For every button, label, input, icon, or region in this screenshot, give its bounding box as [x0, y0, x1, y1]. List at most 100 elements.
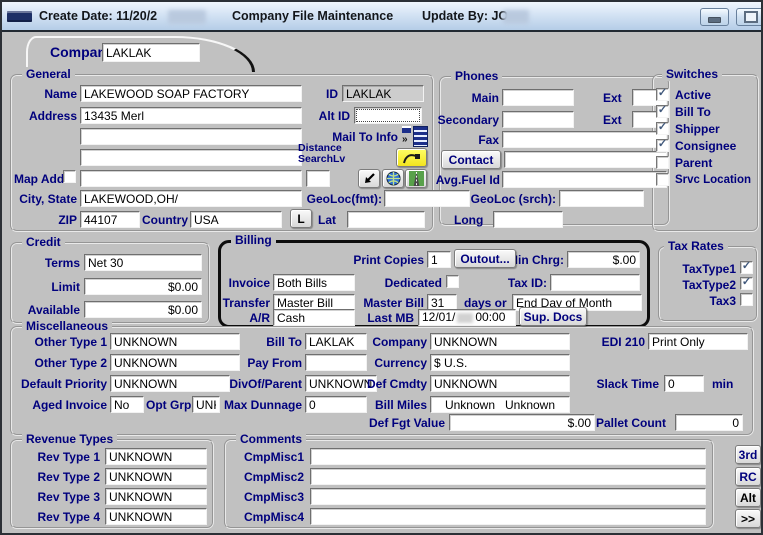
- geoloc-srch-input[interactable]: [559, 190, 644, 207]
- locate-arrow-button[interactable]: [358, 169, 380, 188]
- minimize-icon: [708, 17, 721, 23]
- rev-type3-label: Rev Type 3: [12, 490, 100, 504]
- aged-invoice-label: Aged Invoice: [10, 398, 107, 412]
- sup-docs-button[interactable]: Sup. Docs: [519, 307, 587, 326]
- geoloc-fmt-input[interactable]: [384, 190, 470, 207]
- route-icon: [401, 151, 423, 165]
- road-button[interactable]: [405, 169, 427, 188]
- map-addr-input[interactable]: [80, 170, 302, 187]
- country-input[interactable]: [190, 211, 282, 228]
- rev-type3-input[interactable]: [105, 488, 207, 505]
- pay-from-label: Pay From: [242, 356, 302, 370]
- tax3-checkbox[interactable]: [740, 293, 753, 306]
- name-input[interactable]: [80, 85, 302, 102]
- invoice-label: Invoice: [224, 276, 270, 290]
- avg-fuel-input[interactable]: [502, 171, 667, 188]
- other-type2-input[interactable]: [110, 354, 240, 371]
- name-label: Name: [10, 87, 77, 101]
- more-button[interactable]: >>: [735, 509, 761, 528]
- tax-id-input[interactable]: [550, 274, 640, 291]
- cmpmisc3-input[interactable]: [310, 488, 706, 505]
- days-or-label: days or: [464, 296, 507, 310]
- taxtype2-checkbox[interactable]: ✓: [740, 277, 753, 290]
- globe-icon: [386, 171, 401, 186]
- rev-type2-input[interactable]: [105, 468, 207, 485]
- third-party-button[interactable]: 3rd: [735, 445, 761, 464]
- pay-from-input[interactable]: [305, 354, 367, 371]
- company-key-input[interactable]: [102, 43, 200, 62]
- create-date-label: Create Date: 11/20/2: [39, 9, 157, 23]
- alt-id-input[interactable]: [354, 107, 422, 124]
- min-chrg-input[interactable]: [567, 251, 640, 268]
- srvc-location-checkbox[interactable]: [656, 173, 669, 186]
- dedicated-checkbox[interactable]: [446, 275, 459, 288]
- aged-invoice-input[interactable]: [110, 396, 144, 413]
- lat-input[interactable]: [347, 211, 425, 228]
- company-input[interactable]: [430, 333, 570, 350]
- def-fgt-value-input[interactable]: [449, 414, 595, 431]
- address2-input[interactable]: [80, 128, 302, 145]
- address3-input[interactable]: [80, 149, 302, 166]
- contact-input[interactable]: [504, 151, 667, 168]
- fax-input[interactable]: [502, 131, 667, 148]
- mail-to-info-button[interactable]: »: [402, 126, 427, 146]
- map-addr-checkbox[interactable]: [63, 170, 76, 183]
- cmpmisc2-input[interactable]: [310, 468, 706, 485]
- opt-grp-input[interactable]: [192, 396, 220, 413]
- last-mb-field[interactable]: 12/01/00:00: [418, 309, 516, 326]
- maximize-button[interactable]: [736, 8, 763, 26]
- default-priority-input[interactable]: [110, 375, 230, 392]
- available-input[interactable]: [84, 301, 202, 318]
- limit-input[interactable]: [84, 278, 202, 295]
- bill-to-input[interactable]: [305, 333, 367, 350]
- print-copies-input[interactable]: [427, 251, 451, 268]
- bill-miles-label: Bill Miles: [357, 398, 427, 412]
- active-checkbox[interactable]: ✓: [656, 88, 669, 101]
- main-phone-input[interactable]: [502, 89, 574, 106]
- minimize-button[interactable]: [700, 8, 729, 26]
- contact-button[interactable]: Contact: [441, 150, 501, 169]
- pallet-count-input[interactable]: [675, 414, 743, 431]
- secondary-phone-input[interactable]: [502, 111, 574, 128]
- edi210-input[interactable]: [648, 333, 748, 350]
- rc-button[interactable]: RC: [735, 467, 761, 486]
- other-type1-input[interactable]: [110, 333, 240, 350]
- route-map-button[interactable]: [396, 148, 427, 167]
- max-dunnage-label: Max Dunnage: [224, 398, 302, 412]
- taxtype1-checkbox[interactable]: ✓: [740, 261, 753, 274]
- consignee-checkbox[interactable]: ✓: [656, 139, 669, 152]
- bill-to-checkbox[interactable]: ✓: [656, 105, 669, 118]
- default-priority-label: Default Priority: [10, 377, 107, 391]
- city-state-label: City, State: [10, 192, 77, 206]
- output-button[interactable]: Outout...: [454, 249, 516, 268]
- address1-input[interactable]: [80, 107, 302, 124]
- invoice-input[interactable]: [273, 274, 355, 291]
- parent-checkbox[interactable]: [656, 156, 669, 169]
- searchlv-input[interactable]: [306, 170, 330, 187]
- tax-id-label: Tax ID:: [505, 276, 547, 290]
- rev-type4-input[interactable]: [105, 508, 207, 525]
- long-input[interactable]: [493, 211, 563, 228]
- srvc-location-label: Srvc Location: [675, 173, 751, 187]
- terms-input[interactable]: [84, 254, 202, 271]
- zip-input[interactable]: [80, 211, 140, 228]
- rev-type1-input[interactable]: [105, 448, 207, 465]
- miscellaneous-group-label: Miscellaneous: [22, 319, 112, 333]
- tax-rates-group-label: Tax Rates: [664, 239, 728, 253]
- alt-button[interactable]: Alt: [735, 488, 761, 507]
- currency-label: Currency: [362, 356, 427, 370]
- slack-time-input[interactable]: [664, 375, 704, 392]
- revenue-types-group-label: Revenue Types: [22, 432, 117, 446]
- geoloc-fmt-label: GeoLoc(fmt):: [298, 192, 382, 206]
- currency-input[interactable]: [430, 354, 570, 371]
- ar-input[interactable]: [273, 309, 355, 326]
- bill-miles-input[interactable]: [430, 396, 570, 413]
- city-state-input[interactable]: [80, 190, 302, 207]
- country-label: Country: [142, 213, 187, 227]
- l-button[interactable]: L: [290, 209, 312, 228]
- cmpmisc4-input[interactable]: [310, 508, 706, 525]
- cmpmisc1-input[interactable]: [310, 448, 706, 465]
- def-cmdty-input[interactable]: [430, 375, 570, 392]
- shipper-checkbox[interactable]: ✓: [656, 122, 669, 135]
- globe-button[interactable]: [382, 169, 404, 188]
